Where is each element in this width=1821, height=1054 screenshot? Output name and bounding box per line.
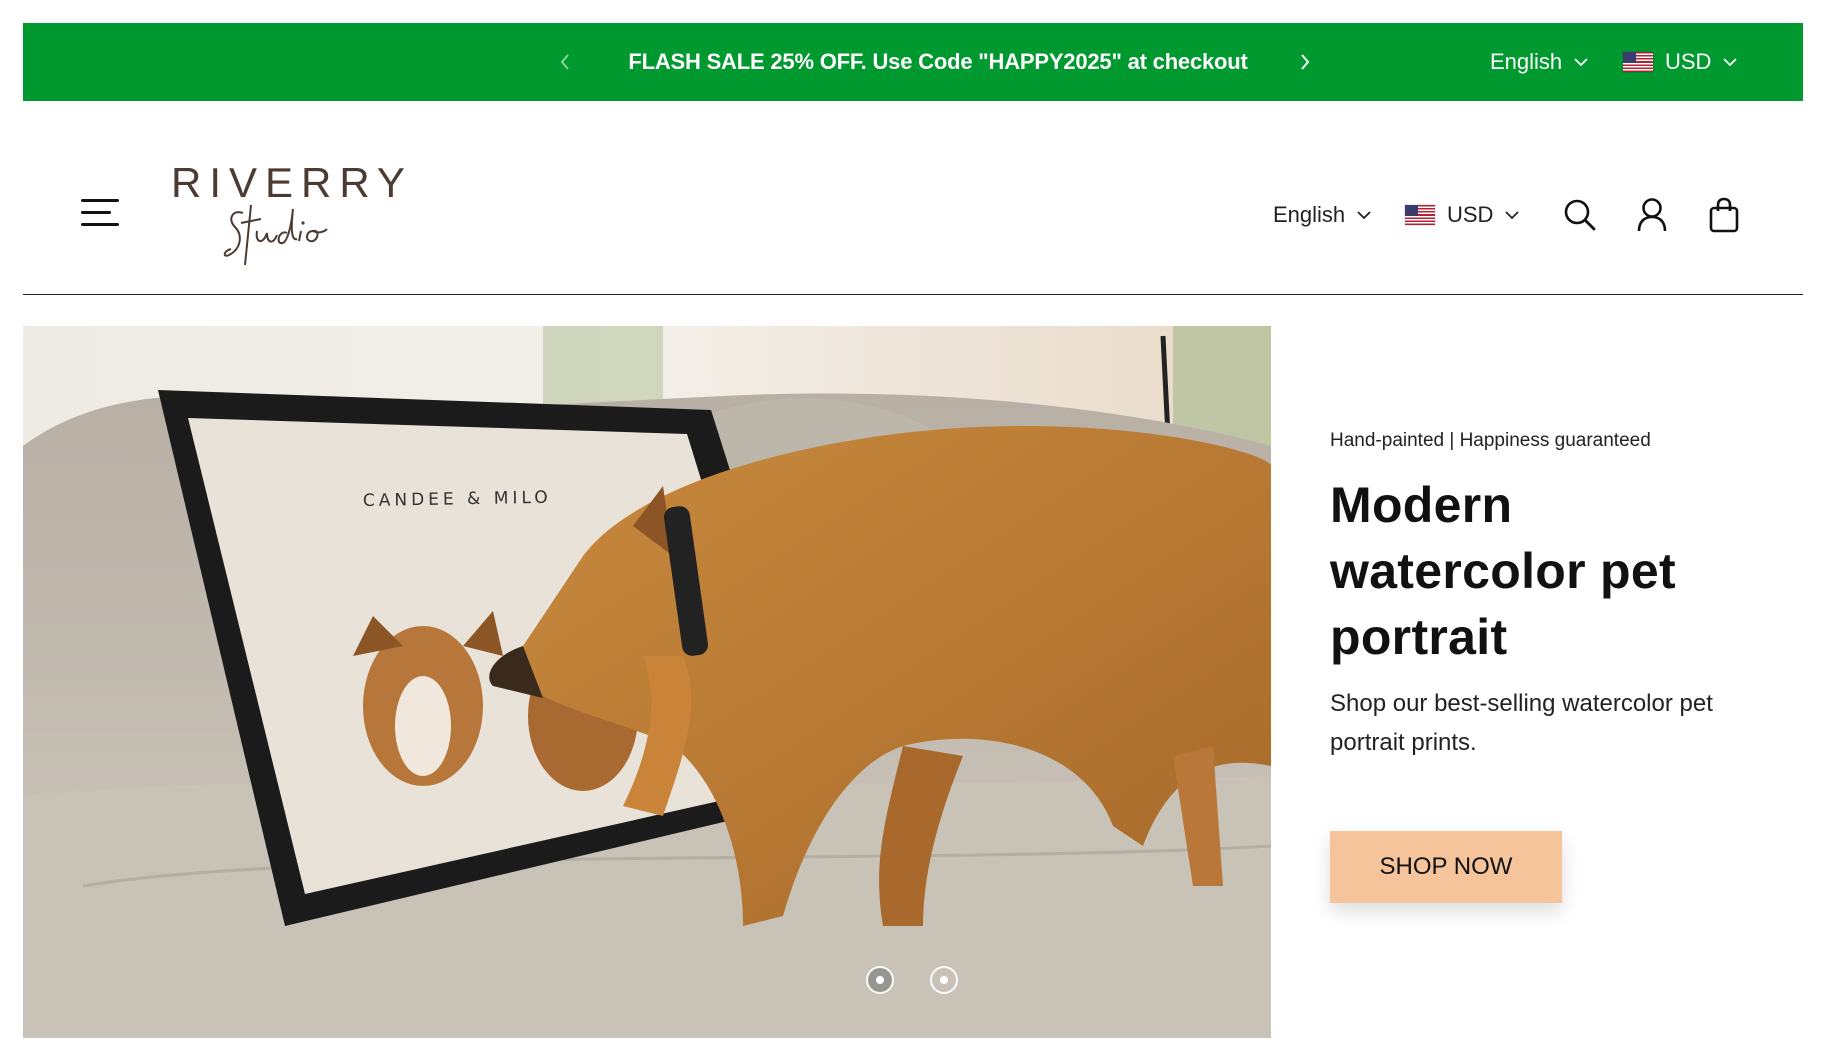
announcement-currency-selector[interactable]: USD [1623,23,1738,101]
us-flag-icon [1405,205,1435,225]
announcement-next-button[interactable] [1285,23,1325,101]
announcement-language-selector[interactable]: English [1490,23,1588,101]
announcement-prev-button[interactable] [545,23,585,101]
carousel-dot-2[interactable] [930,966,958,994]
hero-image: CANDEE & MILO [23,326,1271,1038]
carousel-dots [866,966,958,994]
announcement-bar: FLASH SALE 25% OFF. Use Code "HAPPY2025"… [23,23,1803,101]
chevron-down-icon [1505,210,1520,220]
language-selector[interactable]: English [1273,197,1371,233]
currency-label: USD [1665,49,1712,74]
logo-script [223,204,328,266]
search-icon[interactable] [1560,195,1600,235]
hero-title: Modern watercolor pet portrait [1330,477,1676,665]
cart-icon[interactable] [1704,195,1744,235]
carousel-dot-1[interactable] [866,966,894,994]
frame-caption: CANDEE & MILO [363,488,552,511]
chevron-down-icon [1574,57,1588,67]
site-header: RIVERRY English USD [23,101,1803,295]
language-label: English [1273,202,1346,227]
hero-eyebrow: Hand-painted | Happiness guaranteed [1330,430,1651,451]
chevron-left-icon [560,54,569,70]
chevron-right-icon [1301,54,1310,70]
menu-icon[interactable] [81,197,125,233]
announcement-message[interactable]: FLASH SALE 25% OFF. Use Code "HAPPY2025"… [593,23,1283,101]
hero-subtitle: Shop our best-selling watercolor pet por… [1330,690,1713,756]
hero-photo-illustration: CANDEE & MILO [23,326,1271,1038]
chevron-down-icon [1357,210,1371,220]
hero-content: Hand-painted | Happiness guaranteed Mode… [1330,430,1770,762]
shop-now-button[interactable]: SHOP NOW [1330,831,1562,903]
account-icon[interactable] [1632,195,1672,235]
currency-label: USD [1447,202,1494,227]
us-flag-icon [1623,52,1653,72]
language-label: English [1490,49,1563,74]
chevron-down-icon [1723,57,1738,67]
logo[interactable]: RIVERRY [171,159,405,269]
currency-selector[interactable]: USD [1405,197,1520,233]
